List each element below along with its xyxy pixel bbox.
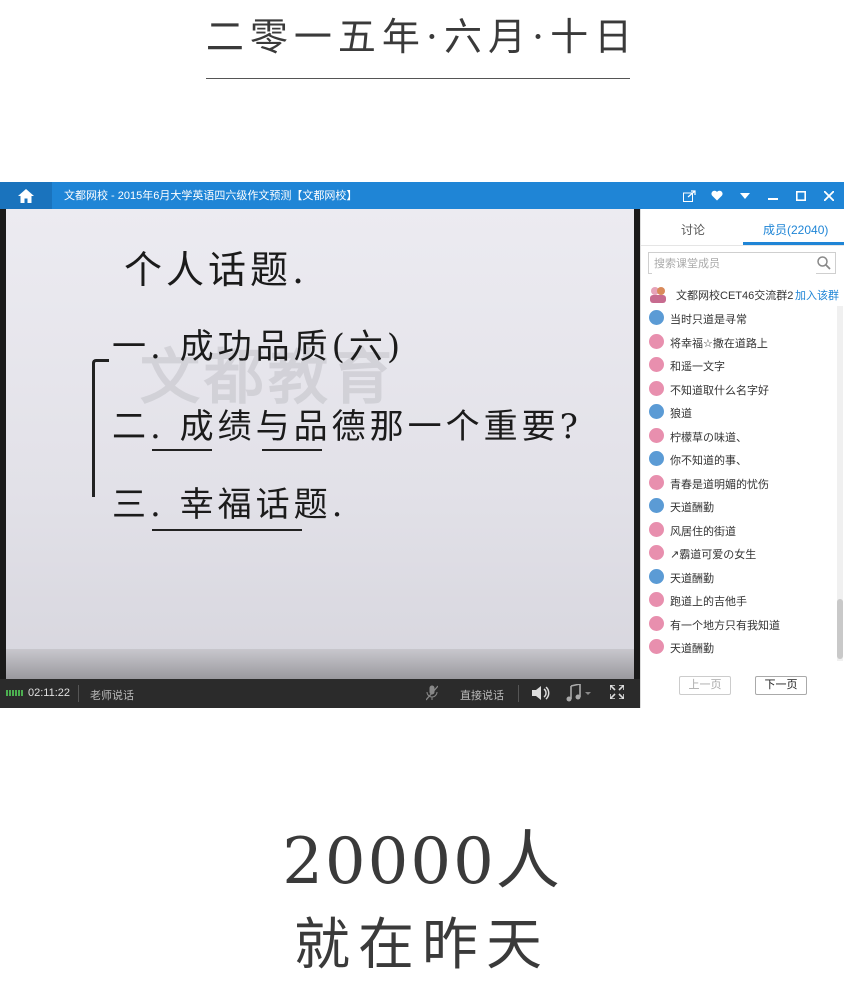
member-count-headline: 20000人 [282, 825, 562, 899]
tab-discussion[interactable]: 讨论 [681, 221, 705, 238]
member-avatar-icon [649, 545, 664, 560]
prev-page-button[interactable]: 上一页 [679, 676, 731, 695]
dropdown-arrow-icon[interactable] [738, 189, 752, 203]
app-window: 文都网校 - 2015年6月大学英语四六级作文预测【文都网校】 文都教育 个人话… [0, 182, 844, 708]
share-icon[interactable] [682, 189, 696, 203]
member-search [648, 252, 836, 274]
side-tabs: 讨论 成员(22040) [641, 209, 844, 246]
member-row[interactable]: ↗霸道可爱の女生 [641, 541, 837, 565]
member-name: 不知道取什么名字好 [670, 384, 769, 397]
home-button[interactable] [0, 182, 52, 209]
member-avatar-icon [649, 498, 664, 513]
member-name: 将幸福☆撒在道路上 [670, 337, 768, 350]
divider [518, 685, 519, 702]
member-name: 当时只道是寻常 [670, 314, 747, 326]
speaker-status: 老师说话 [90, 690, 134, 702]
member-avatar-icon [649, 333, 664, 349]
group-avatar-icon [650, 287, 666, 303]
member-avatar-icon [649, 451, 664, 466]
member-row[interactable]: 有一个地方只有我知道 [641, 612, 837, 636]
member-name: 有一个地方只有我知道 [670, 619, 780, 632]
member-name: 柠檬草の味道、 [670, 431, 747, 444]
member-avatar-icon [649, 615, 664, 631]
active-tab-indicator [743, 242, 844, 245]
member-row[interactable]: 跑道上的吉他手 [641, 588, 837, 612]
member-avatar-icon [649, 310, 664, 325]
board-underline-2 [262, 449, 322, 451]
member-row[interactable]: 柠檬草の味道、 [641, 424, 837, 448]
member-row[interactable]: 你不知道的事、 [641, 447, 837, 471]
close-icon[interactable] [822, 189, 836, 203]
member-name: ↗霸道可爱の女生 [670, 549, 757, 561]
music-note-icon[interactable] [566, 683, 592, 705]
member-avatar-icon [649, 380, 664, 396]
video-area[interactable]: 文都教育 个人话题. 一. 成功品质(六) 二. 成绩与品德那一个重要? 三. … [0, 209, 640, 679]
member-row[interactable]: 和遥一文字 [641, 353, 837, 377]
direct-talk-button[interactable]: 直接说话 [460, 687, 504, 703]
member-row[interactable]: 不知道取什么名字好 [641, 377, 837, 401]
member-avatar-icon [649, 639, 664, 654]
join-group-link[interactable]: 加入该群 [795, 287, 839, 303]
member-avatar-icon [649, 568, 664, 584]
member-avatar-icon [649, 592, 664, 607]
member-list: 当时只道是寻常将幸福☆撒在道路上 和遥一文字不知道取什么名字好 狼道柠檬草の味道、你… [641, 306, 837, 661]
member-row[interactable]: 天道酬勤 [641, 635, 837, 659]
side-panel: 讨论 成员(22040) 文都网校CET46交流群2 加入该群 当时只道是寻常将… [640, 209, 844, 708]
date-divider [206, 78, 630, 79]
title-bar: 文都网校 - 2015年6月大学英语四六级作文预测【文都网校】 [0, 182, 844, 209]
member-name: 风居住的街道 [670, 525, 736, 538]
elapsed-time: 02:11:22 [28, 687, 71, 699]
maximize-icon[interactable] [794, 189, 808, 203]
member-name: 和遥一文字 [670, 361, 725, 373]
subtitle-headline: 就在昨天 [294, 913, 550, 978]
member-search-input[interactable] [652, 254, 816, 274]
home-icon [18, 188, 34, 203]
board-text-item1: 一. 成功品质(六) [112, 327, 405, 367]
member-name: 跑道上的吉他手 [670, 596, 747, 608]
board-underline-1 [152, 449, 212, 451]
board-text-title: 个人话题. [124, 248, 309, 292]
board-text-item3: 三. 幸福话题. [112, 485, 347, 525]
volume-icon[interactable] [532, 685, 550, 704]
member-avatar-icon [649, 427, 664, 443]
favorite-heart-icon[interactable] [710, 189, 724, 203]
member-row[interactable]: 风居住的街道 [641, 518, 837, 542]
group-name: 文都网校CET46交流群2 [676, 290, 794, 302]
date-heading: 二零一五年·六月·十日 [205, 15, 639, 59]
board-underline-3 [152, 529, 302, 531]
next-page-button[interactable]: 下一页 [755, 676, 807, 695]
tab-members[interactable]: 成员(22040) [763, 221, 828, 238]
member-name: 天道酬勤 [670, 572, 714, 585]
member-row[interactable]: 天道酬勤 [641, 565, 837, 589]
minimize-icon[interactable] [766, 189, 780, 203]
player-control-bar: 02:11:22 老师说话 直接说话 [0, 679, 640, 708]
search-icon[interactable] [817, 256, 831, 275]
member-avatar-icon [649, 474, 664, 490]
window-title: 文都网校 - 2015年6月大学英语四六级作文预测【文都网校】 [64, 190, 358, 202]
member-avatar-icon [649, 404, 664, 419]
member-name: 狼道 [670, 408, 692, 420]
board-text-item2: 二. 成绩与品德那一个重要? [112, 407, 582, 447]
window-controls [682, 182, 836, 209]
member-row[interactable]: 青春是道明媚的忧伤 [641, 471, 837, 495]
microphone-icon[interactable] [425, 685, 439, 704]
member-name: 青春是道明媚的忧伤 [670, 478, 769, 491]
member-name: 天道酬勤 [670, 502, 714, 514]
member-avatar-icon [649, 521, 664, 537]
member-row[interactable]: 将幸福☆撒在道路上 [641, 330, 837, 354]
scrollbar-thumb[interactable] [837, 599, 843, 659]
member-row[interactable]: 狼道 [641, 400, 837, 424]
divider [78, 685, 79, 702]
member-avatar-icon [649, 357, 664, 372]
fullscreen-icon[interactable] [609, 684, 625, 702]
board-ledge [6, 649, 634, 679]
signal-strength-icon [6, 690, 23, 696]
board-bracket [92, 359, 109, 497]
member-row[interactable]: 当时只道是寻常 [641, 306, 837, 330]
group-row: 文都网校CET46交流群2 加入该群 [648, 285, 843, 303]
member-name: 天道酬勤 [670, 643, 714, 655]
member-name: 你不知道的事、 [670, 455, 747, 467]
member-row[interactable]: 天道酬勤 [641, 494, 837, 518]
